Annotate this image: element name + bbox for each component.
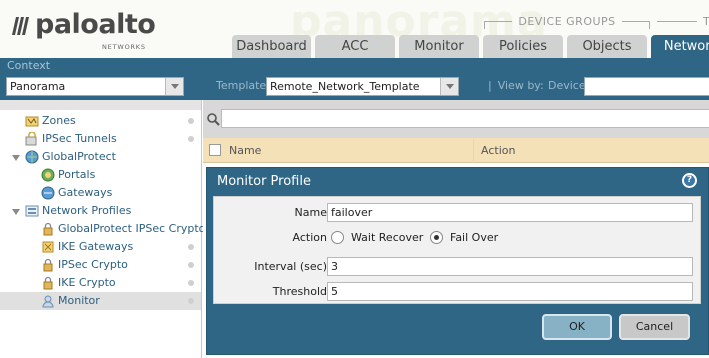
column-header-action[interactable]: Action (481, 144, 515, 157)
ipsec-tunnels-icon (25, 132, 37, 146)
lock-icon (43, 222, 53, 236)
sidebar-item-network-profiles[interactable]: Network Profiles (0, 202, 201, 220)
tab-policies[interactable]: Policies (483, 35, 563, 58)
sidebar-item-zones[interactable]: Zones (0, 112, 201, 130)
context-select[interactable]: Panorama (6, 77, 184, 96)
status-dot (188, 244, 194, 250)
paloalto-logo-mark-icon (12, 17, 29, 35)
sidebar-item-ike-gateways[interactable]: IKE Gateways (0, 238, 201, 256)
chevron-down-icon[interactable] (165, 78, 183, 95)
help-icon[interactable]: ? (682, 173, 697, 188)
brand-name: paloalto (35, 9, 156, 40)
name-field[interactable]: failover (327, 203, 693, 222)
search-input[interactable] (221, 109, 709, 128)
sidebar-item-globalprotect-ipsec-crypto[interactable]: GlobalProtect IPSec Crypto (0, 220, 205, 238)
select-all-checkbox[interactable] (209, 144, 221, 156)
form-panel: Name failover Action Wait Recover Fail O… (213, 196, 701, 304)
interval-field[interactable]: 3 (327, 257, 693, 276)
status-dot (188, 136, 194, 142)
sidebar-item-globalprotect[interactable]: GlobalProtect (0, 148, 201, 166)
monitor-profile-dialog: Monitor Profile ? Name failover Action W… (206, 167, 709, 355)
sidebar-item-ipsec-crypto[interactable]: IPSec Crypto (0, 256, 201, 274)
lock-icon (43, 276, 53, 290)
chevron-down-icon[interactable] (440, 78, 458, 95)
globalprotect-icon (25, 150, 39, 164)
gateways-icon (41, 186, 55, 200)
device-select[interactable] (584, 77, 709, 96)
device-groups-label: DEVICE GROUPS (484, 15, 650, 29)
sidebar: Zones IPSec Tunnels GlobalProtect Portal… (0, 100, 205, 358)
status-dot (188, 118, 194, 124)
zones-icon (25, 116, 39, 127)
sidebar-item-portals[interactable]: Portals (0, 166, 201, 184)
templates-group-label: T (657, 15, 709, 28)
threshold-value: 5 (331, 285, 338, 298)
monitor-profile-icon (42, 295, 54, 308)
name-label: Name (294, 206, 327, 219)
template-value: Remote_Network_Template (270, 80, 420, 93)
portals-icon (41, 168, 55, 182)
chevron-down-icon[interactable] (12, 153, 21, 162)
column-header-name[interactable]: Name (229, 144, 261, 157)
threshold-field[interactable]: 5 (327, 282, 693, 301)
threshold-label: Threshold (272, 285, 327, 298)
sidebar-item-ike-crypto[interactable]: IKE Crypto (0, 274, 201, 292)
tab-dashboard[interactable]: Dashboard (232, 35, 311, 58)
template-label: Template (216, 79, 267, 92)
filter-bar (203, 100, 709, 138)
tab-network[interactable]: Network (651, 35, 709, 58)
wait-recover-radio[interactable]: Wait Recover (331, 231, 423, 244)
dialog-title: Monitor Profile (217, 174, 311, 189)
radio-checked-icon (430, 231, 443, 244)
cancel-button[interactable]: Cancel (619, 314, 690, 340)
status-dot (188, 262, 194, 268)
status-dot (188, 298, 194, 304)
sidebar-item-monitor[interactable]: Monitor (0, 292, 201, 310)
radio-unchecked-icon (331, 231, 344, 244)
sidebar-item-ipsec-tunnels[interactable]: IPSec Tunnels (0, 130, 201, 148)
search-icon (207, 113, 220, 126)
context-label: Context (7, 59, 51, 72)
grid-header: Name Action (203, 138, 709, 163)
device-label: Device (548, 79, 586, 92)
view-by-label: | View by: (488, 79, 544, 92)
sidebar-item-gateways[interactable]: Gateways (0, 184, 201, 202)
context-bar: Context Panorama Template Remote_Network… (0, 58, 709, 100)
ike-gateways-icon (42, 241, 54, 253)
name-value: failover (331, 206, 373, 219)
tab-acc[interactable]: ACC (315, 35, 395, 58)
tab-objects[interactable]: Objects (567, 35, 647, 58)
lock-icon (43, 258, 53, 272)
action-label: Action (292, 231, 327, 244)
network-profiles-icon (25, 205, 39, 217)
tab-monitor[interactable]: Monitor (399, 35, 479, 58)
interval-label: Interval (sec) (254, 260, 327, 273)
template-select[interactable]: Remote_Network_Template (266, 77, 459, 96)
status-dot (188, 280, 194, 286)
brand-sub: NETWORKS (102, 43, 146, 51)
interval-value: 3 (331, 260, 338, 273)
header: panorama paloalto NETWORKS DEVICE GROUPS… (0, 0, 709, 58)
ok-button[interactable]: OK (542, 314, 612, 340)
chevron-down-icon[interactable] (12, 207, 21, 216)
context-value: Panorama (10, 80, 66, 93)
fail-over-radio[interactable]: Fail Over (430, 231, 498, 244)
